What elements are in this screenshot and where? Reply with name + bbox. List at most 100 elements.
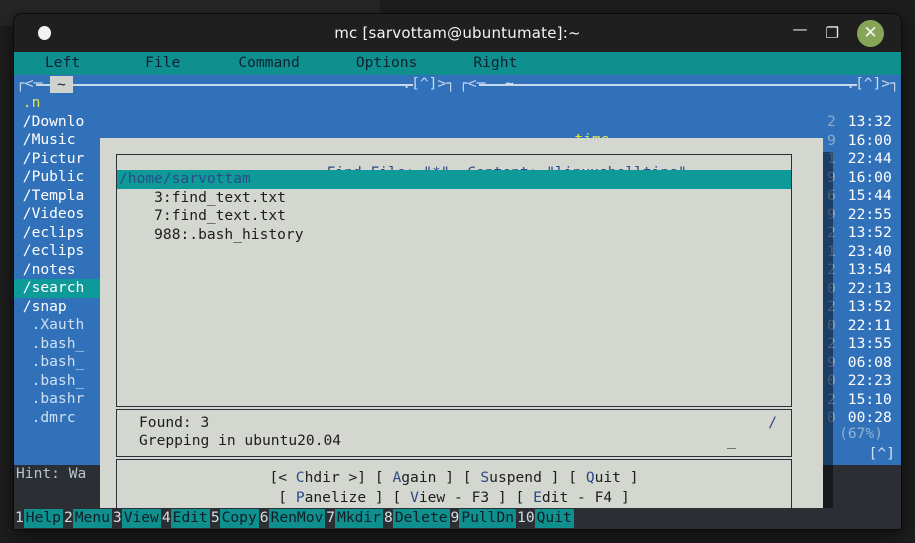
function-key[interactable]: 3 View <box>112 508 161 529</box>
menu-item-command[interactable]: Command <box>238 54 300 73</box>
find-result-row-selected[interactable]: /home/sarvottam <box>117 170 791 189</box>
right-row-time: 22:23 <box>847 372 892 389</box>
right-row-time: 13:55 <box>847 335 892 352</box>
right-row-time: 16:00 <box>847 131 892 149</box>
dialog-button-label: dit - F4 ] <box>541 489 630 506</box>
window-title: mc [sarvottam@ubuntumate]:~ <box>334 24 581 42</box>
menu-item-file[interactable]: File <box>145 54 180 73</box>
dialog-button[interactable]: [ Panelize ] <box>278 489 392 506</box>
function-key-label: Delete <box>392 509 450 528</box>
menu-item-left[interactable]: Left <box>45 54 80 73</box>
right-row-time: 13:54 <box>847 261 892 278</box>
function-key-label: Help <box>23 509 63 528</box>
function-key[interactable]: 4 Edit <box>161 508 210 529</box>
function-key-label: RenMov <box>268 509 326 528</box>
function-key[interactable]: 1 Help <box>14 508 63 529</box>
right-frame-right-mark: .[^]>┐ <box>846 75 899 92</box>
left-panel-row[interactable]: .n <box>14 94 457 113</box>
menu-item-right[interactable]: Right <box>473 54 517 73</box>
dialog-button-prefix: [ <box>515 489 534 506</box>
find-result-row[interactable]: 7:find_text.txt <box>117 207 791 226</box>
find-results-box: Find File: "*". Content: "linuxshelltips… <box>116 154 792 407</box>
right-panel-percent: (67%) <box>839 424 883 442</box>
function-key[interactable]: 6 RenMov <box>259 508 326 529</box>
dialog-button-hotkey: V <box>410 489 419 506</box>
dialog-button-hotkey: A <box>392 469 402 486</box>
find-found-count: Found: 3 <box>139 414 210 431</box>
function-key-label: Mkdir <box>335 509 384 528</box>
right-row-time: 22:13 <box>847 279 892 297</box>
right-panel-cwd: ~ <box>505 75 514 92</box>
find-spinner: / <box>768 414 777 431</box>
find-grepping-status: Grepping in ubuntu20.04 <box>139 432 342 449</box>
function-key-number: 5 <box>210 509 220 527</box>
terminal-window: mc [sarvottam@ubuntumate]:~ — ❐ ✕ Left F… <box>14 14 901 529</box>
minimize-button[interactable]: — <box>793 21 808 37</box>
dialog-button[interactable]: [ Edit - F4 ] <box>516 489 630 506</box>
left-panel-cwd: ~ <box>50 76 73 93</box>
dialog-button-prefix: [ <box>374 469 393 486</box>
dialog-button-label: hdir >] <box>304 469 375 486</box>
menu-item-options[interactable]: Options <box>356 54 418 73</box>
dialog-button-hotkey: P <box>295 489 305 506</box>
left-panel-row[interactable]: /Downlo <box>14 113 457 132</box>
right-row-time: 22:55 <box>847 205 892 223</box>
function-key-label: Menu <box>72 509 112 528</box>
function-key[interactable]: 10 Quit <box>516 508 574 529</box>
find-status-box: Found: 3 Grepping in ubuntu20.04 / _ <box>116 409 792 457</box>
dialog-button[interactable]: [ Again ] <box>375 469 463 486</box>
right-row-time: 22:44 <box>847 150 892 167</box>
function-key-label: Quit <box>534 509 574 528</box>
function-key-number: 8 <box>384 509 393 527</box>
right-row-time: 13:52 <box>847 224 892 241</box>
window-titlebar[interactable]: mc [sarvottam@ubuntumate]:~ — ❐ ✕ <box>14 14 901 52</box>
right-row-time: 00:28 <box>847 409 892 426</box>
find-file-dialog[interactable]: Find File: "*". Content: "linuxshelltips… <box>100 138 823 528</box>
function-key-label: Copy <box>219 509 259 528</box>
find-result-row[interactable]: 988:.bash_history <box>117 226 791 245</box>
function-key-number: 6 <box>259 509 269 527</box>
mc-menubar: Left File Command Options Right <box>14 52 901 75</box>
right-row-size: 2 <box>827 113 836 130</box>
function-key[interactable]: 2 Menu <box>63 508 112 529</box>
function-key-label: View <box>121 509 161 528</box>
function-key-number: 3 <box>112 509 122 527</box>
terminal-content: Left File Command Options Right ┌<─ ~ .[… <box>14 52 901 529</box>
dialog-button-prefix: [ <box>278 489 296 506</box>
right-row-time: 15:44 <box>847 187 892 204</box>
right-row-time: 13:32 <box>847 113 892 130</box>
function-key[interactable]: 5 Copy <box>210 508 259 529</box>
function-key-number: 4 <box>161 509 171 527</box>
function-key-number: 10 <box>517 509 535 527</box>
function-key-number: 7 <box>326 509 336 527</box>
find-button-row-2[interactable]: [ Panelize ] [ View - F3 ] [ Edit - F4 ] <box>117 489 791 508</box>
function-key[interactable]: 8 Delete <box>383 508 450 529</box>
right-panel-scroll-indicator[interactable]: [^] <box>869 445 895 464</box>
dialog-button-label: gain ] <box>401 469 463 486</box>
right-panel-row[interactable]: 2 13:32 <box>457 113 901 132</box>
dialog-button-label: uspend ] <box>489 469 569 486</box>
find-results-list[interactable]: /home/sarvottam 3:find_text.txt 7:find_t… <box>117 170 791 244</box>
function-key[interactable]: 9 PullDn <box>450 508 517 529</box>
function-key[interactable]: 7 Mkdir <box>325 508 384 529</box>
dialog-button-hotkey: Q <box>585 469 595 486</box>
right-row-time: 16:00 <box>847 168 892 186</box>
find-result-row[interactable]: 3:find_text.txt <box>117 189 791 208</box>
dialog-button[interactable]: [ View - F3 ] <box>392 489 515 506</box>
dialog-button-prefix: [ <box>568 469 586 486</box>
dialog-button-prefix: [ <box>462 469 481 486</box>
function-key-label: PullDn <box>459 509 517 528</box>
dialog-button[interactable]: [ Suspend ] <box>463 469 568 486</box>
dialog-button[interactable]: [ Quit ] <box>568 469 638 486</box>
function-key-bar[interactable]: 1 Help 2 Menu 3 View 4 Edit 5 Copy 6 RenMov 7M… <box>14 508 901 529</box>
dialog-button-label: iew - F3 ] <box>418 489 516 506</box>
find-buttons-box: [< Chdir >] [ Again ] [ Suspend ] [ Quit… <box>116 459 792 513</box>
dialog-button[interactable]: [< Chdir >] <box>269 469 374 486</box>
right-panel-frame: ┌<─ ~ .[^]>┐ <box>457 75 901 94</box>
right-row-time: 23:40 <box>847 242 892 260</box>
function-key-number: 1 <box>15 509 24 527</box>
dialog-button-hotkey: S <box>480 469 490 486</box>
find-button-row-1[interactable]: [< Chdir >] [ Again ] [ Suspend ] [ Quit… <box>117 469 791 488</box>
left-panel-frame: ┌<─ ~ .[^]>┐ <box>14 75 457 94</box>
function-key-number: 2 <box>63 509 73 527</box>
